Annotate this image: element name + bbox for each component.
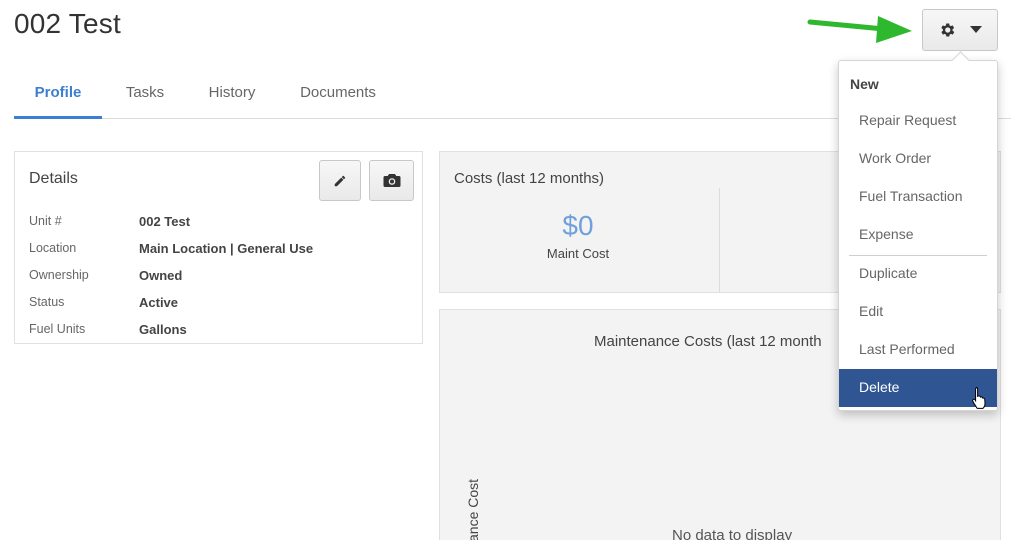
menu-item-delete[interactable]: Delete (839, 369, 997, 409)
caret-down-icon (970, 26, 982, 33)
detail-key: Status (29, 295, 65, 309)
detail-key: Fuel Units (29, 322, 86, 336)
settings-dropdown-menu: New Repair Request Work Order Fuel Trans… (838, 60, 998, 411)
chart-empty-message: No data to display (672, 527, 793, 540)
chart-title: Maintenance Costs (last 12 month (594, 333, 822, 350)
tab-documents[interactable]: Documents (294, 70, 382, 119)
camera-icon (383, 174, 400, 187)
menu-item-repair-request[interactable]: Repair Request (839, 102, 997, 140)
details-title: Details (29, 170, 78, 187)
detail-value: Gallons (139, 322, 187, 337)
tab-history[interactable]: History (200, 70, 264, 119)
detail-key: Ownership (29, 268, 89, 282)
menu-item-duplicate[interactable]: Duplicate (839, 255, 997, 293)
page-title: 002 Test (14, 8, 121, 39)
menu-item-delete-label: Delete (859, 379, 900, 395)
edit-button[interactable] (319, 160, 361, 201)
details-panel: Details Unit # 002 Test Location Main Lo… (14, 151, 423, 344)
tab-tasks[interactable]: Tasks (116, 70, 174, 119)
hand-cursor-icon (972, 387, 986, 409)
chart-y-axis-label: ance Cost (465, 478, 481, 540)
settings-dropdown-button[interactable] (922, 9, 998, 51)
detail-key: Location (29, 241, 77, 255)
menu-header-new: New (850, 76, 879, 92)
detail-value: Owned (139, 268, 183, 283)
menu-item-fuel-transaction[interactable]: Fuel Transaction (839, 178, 997, 216)
menu-item-expense[interactable]: Expense (839, 216, 997, 254)
menu-item-last-performed[interactable]: Last Performed (839, 331, 997, 369)
detail-value: Main Location | General Use (139, 241, 314, 256)
pencil-icon (334, 175, 346, 186)
tab-profile[interactable]: Profile (14, 70, 102, 119)
detail-key: Unit # (29, 214, 62, 228)
costs-divider (719, 188, 720, 293)
menu-item-edit[interactable]: Edit (839, 293, 997, 331)
maint-cost-value: $0 (562, 210, 594, 241)
menu-item-work-order[interactable]: Work Order (839, 140, 997, 178)
photo-button[interactable] (369, 160, 414, 201)
detail-value: Active (139, 295, 179, 310)
maint-cost-label: Maint Cost (546, 246, 610, 261)
costs-title: Costs (last 12 months) (454, 170, 605, 187)
detail-value: 002 Test (139, 214, 191, 229)
green-arrow-icon (807, 16, 912, 43)
gear-icon (941, 23, 955, 37)
